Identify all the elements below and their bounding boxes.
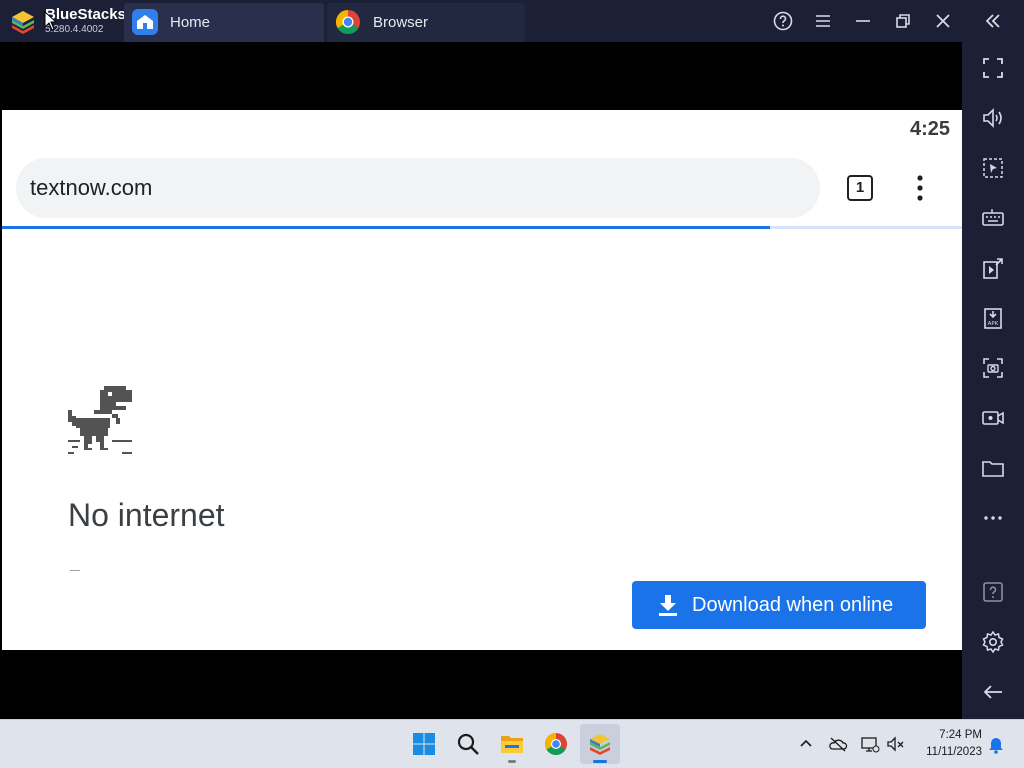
network-icon[interactable] xyxy=(860,734,880,754)
download-button-label: Download when online xyxy=(692,594,894,616)
bluestacks-sidebar: APK xyxy=(962,42,1024,719)
help-icon[interactable] xyxy=(981,580,1005,604)
menu-icon[interactable] xyxy=(812,10,834,32)
error-details-placeholder xyxy=(70,570,80,571)
android-screen: 4:25 textnow.com 1 No internet Download … xyxy=(2,110,962,650)
bluestacks-titlebar: BlueStacks 5.280.4.4002 Home Browser xyxy=(0,0,1024,42)
app-branding: BlueStacks 5.280.4.4002 xyxy=(0,0,126,42)
url-text[interactable]: textnow.com xyxy=(30,175,152,201)
svg-text:APK: APK xyxy=(988,321,999,327)
tab-browser[interactable]: Browser xyxy=(327,3,525,42)
tab-home-label: Home xyxy=(170,14,211,31)
notification-bell-icon[interactable] xyxy=(986,734,1006,754)
tab-switcher-button[interactable]: 1 xyxy=(847,175,873,201)
running-indicator xyxy=(508,760,516,763)
settings-icon[interactable] xyxy=(981,630,1005,654)
collapse-sidebar-icon[interactable] xyxy=(982,10,1004,32)
folder-icon[interactable] xyxy=(981,456,1005,480)
search-icon xyxy=(457,733,479,755)
onedrive-offline-icon[interactable] xyxy=(828,734,848,754)
letterbox-top xyxy=(0,42,962,110)
chrome-icon xyxy=(335,9,360,35)
bluestacks-logo-icon xyxy=(12,11,34,34)
windows-taskbar: 7:24 PM 11/11/2023 xyxy=(0,719,1024,768)
start-icon xyxy=(413,733,435,755)
volume-muted-icon[interactable] xyxy=(886,734,906,754)
more-icon[interactable] xyxy=(981,506,1005,530)
clock-date[interactable]: 11/11/2023 xyxy=(914,746,982,758)
restore-icon[interactable] xyxy=(892,10,914,32)
offline-dino-icon xyxy=(68,386,132,454)
help-icon[interactable] xyxy=(772,10,794,32)
taskbar-file-explorer[interactable] xyxy=(492,724,532,764)
taskbar-chrome[interactable] xyxy=(536,724,576,764)
tab-home[interactable]: Home xyxy=(124,3,324,42)
pointer-select-icon[interactable] xyxy=(981,156,1005,180)
bluestacks-icon xyxy=(590,734,610,755)
show-hidden-icons-chevron-icon[interactable] xyxy=(796,734,816,754)
tab-browser-label: Browser xyxy=(373,14,429,31)
file-explorer-icon xyxy=(501,736,523,753)
install-apk-icon[interactable]: APK xyxy=(981,306,1005,330)
back-icon[interactable] xyxy=(981,680,1005,704)
taskbar-start[interactable] xyxy=(404,724,444,764)
active-indicator xyxy=(593,760,607,763)
media-manager-icon[interactable] xyxy=(981,256,1005,280)
mouse-cursor-icon xyxy=(44,11,58,31)
download-icon xyxy=(659,595,677,616)
page-load-progress xyxy=(2,226,962,229)
screenshot-icon[interactable] xyxy=(981,356,1005,380)
address-bar[interactable]: textnow.com xyxy=(16,158,820,218)
close-icon[interactable] xyxy=(932,10,954,32)
volume-icon[interactable] xyxy=(981,106,1005,130)
record-icon[interactable] xyxy=(981,406,1005,430)
home-icon xyxy=(132,9,158,35)
fullscreen-icon[interactable] xyxy=(981,56,1005,80)
keyboard-icon[interactable] xyxy=(981,206,1005,230)
error-title: No internet xyxy=(68,497,225,533)
clock-time[interactable]: 7:24 PM xyxy=(922,729,982,741)
chrome-icon xyxy=(545,733,567,755)
minimize-icon[interactable] xyxy=(852,10,874,32)
download-when-online-button[interactable]: Download when online xyxy=(632,581,926,629)
overflow-menu-icon[interactable] xyxy=(908,173,932,203)
taskbar-bluestacks[interactable] xyxy=(580,724,620,764)
page-load-progress-fill xyxy=(2,226,770,229)
taskbar-search[interactable] xyxy=(448,724,488,764)
status-bar-clock: 4:25 xyxy=(909,118,950,140)
letterbox-bottom xyxy=(0,650,962,719)
